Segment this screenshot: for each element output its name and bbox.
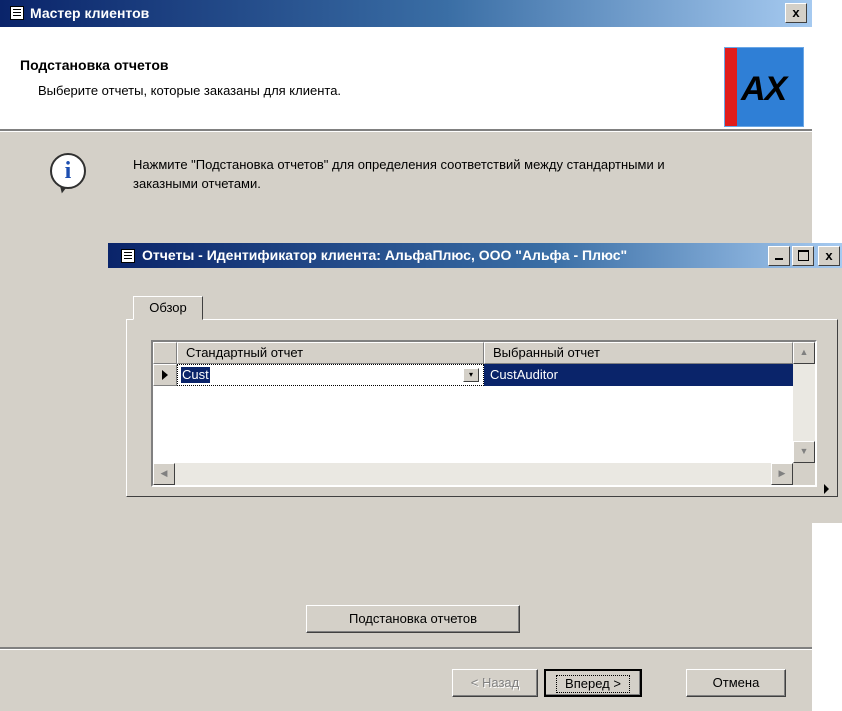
scroll-down-button[interactable]: ▼ [793,441,815,463]
selected-report-cell[interactable]: CustAuditor [484,364,793,386]
substitute-reports-button[interactable]: Подстановка отчетов [306,605,520,633]
wizard-header [0,27,812,129]
vertical-scrollbar[interactable]: ▲ ▼ [793,342,815,463]
next-button[interactable]: Вперед > [544,669,642,697]
close-icon: x [792,5,800,20]
logo-red-bar [725,48,737,126]
page-subtitle: Выберите отчеты, которые заказаны для кл… [38,83,342,98]
scroll-left-button[interactable]: ◀ [153,463,175,485]
minimize-icon [775,258,783,260]
table-row[interactable]: Cust ▾ CustAuditor [153,364,793,386]
reports-grid: Стандартный отчет Выбранный отчет Cust ▾… [151,340,817,487]
tab-overview[interactable]: Обзор [133,296,203,320]
dialog-title: Отчеты - Идентификатор клиента: АльфаПлю… [142,247,628,263]
scroll-right-button[interactable]: ▶ [771,463,793,485]
next-button-label: Вперед > [556,675,630,693]
cancel-button[interactable]: Отмена [686,669,786,697]
minimize-button[interactable] [768,246,790,266]
close-button[interactable]: x [785,3,807,23]
scroll-corner [793,463,815,485]
logo-text: AX [741,70,787,108]
scroll-up-button[interactable]: ▲ [793,342,815,364]
page-title: Подстановка отчетов [20,57,169,73]
close-icon: x [825,248,833,263]
dialog-close-button[interactable]: x [818,246,840,266]
row-selector[interactable] [153,364,177,386]
expand-arrow-icon [824,484,829,494]
row-header-corner [153,342,177,364]
window-title: Мастер клиентов [30,5,150,21]
horizontal-scrollbar[interactable]: ◀ ▶ [153,463,793,485]
column-header-selected[interactable]: Выбранный отчет [484,342,793,364]
lookup-button[interactable]: ▾ [463,368,479,382]
column-header-standard[interactable]: Стандартный отчет [177,342,484,364]
reports-dialog: Отчеты - Идентификатор клиента: АльфаПлю… [108,243,842,523]
info-text: Нажмите "Подстановка отчетов" для опреде… [133,157,665,191]
header-divider [0,129,812,132]
footer-divider [0,647,812,650]
standard-report-cell[interactable]: Cust ▾ [177,364,484,386]
dialog-window-icon [121,249,135,263]
maximize-button[interactable] [792,246,814,266]
back-button[interactable]: < Назад [452,669,538,697]
window-icon [10,6,24,20]
info-icon: i [50,153,86,189]
standard-report-value[interactable]: Cust [181,367,210,383]
maximize-icon [797,250,809,261]
ax-logo: AX [724,47,804,127]
current-row-icon [162,370,168,380]
